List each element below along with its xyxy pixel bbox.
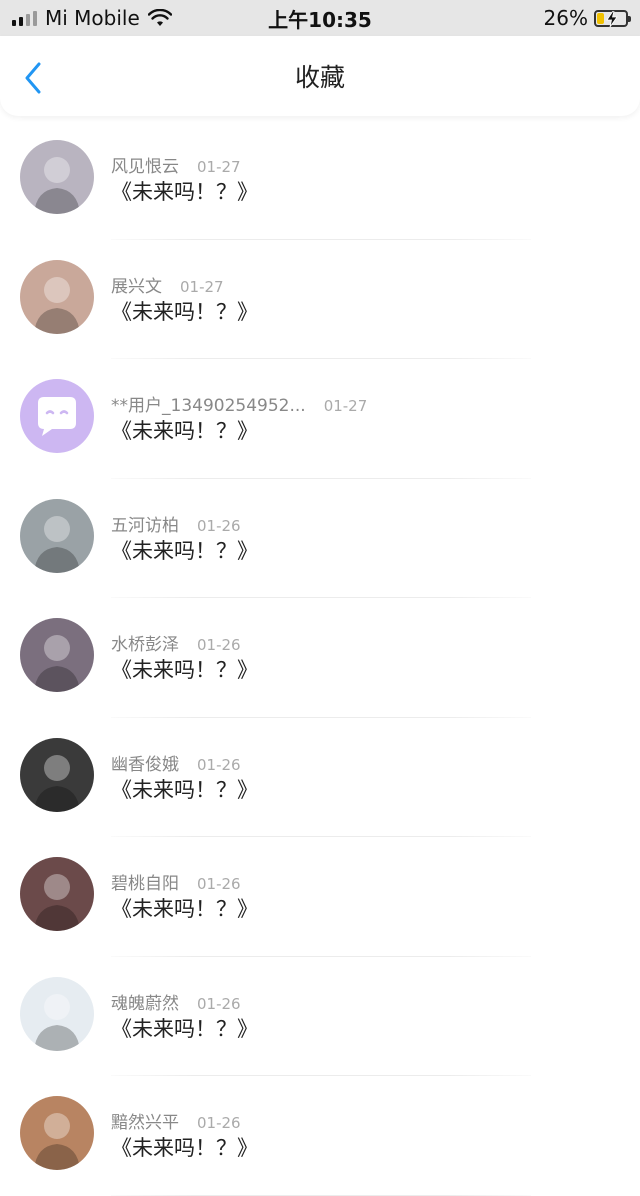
post-date: 01-26: [197, 1114, 241, 1132]
avatar-photo: [20, 857, 94, 931]
username[interactable]: 黯然兴平: [111, 1108, 179, 1133]
post-date: 01-27: [197, 158, 241, 176]
favorites-list: 风见恨云 01-27 《未来吗！？》 展兴文 01-27 《未来吗！？》 **用户_1349…: [0, 120, 640, 1196]
avatar-photo: [20, 976, 94, 1051]
username[interactable]: 魂魄蔚然: [111, 989, 179, 1014]
favorite-content[interactable]: 《未来吗！？》: [111, 296, 258, 326]
avatar-photo: [20, 259, 94, 334]
favorite-content[interactable]: 《未来吗！？》: [111, 176, 258, 206]
nav-header: 收藏: [0, 36, 640, 116]
avatar[interactable]: [20, 737, 94, 812]
favorite-content[interactable]: 《未来吗！？》: [111, 654, 258, 684]
status-bar: Mi Mobile 上午10:35 26%: [0, 0, 640, 36]
username[interactable]: 碧桃自阳: [111, 869, 179, 894]
avatar[interactable]: [20, 140, 94, 214]
item-meta: **用户_13490254952... 01-27: [111, 391, 367, 416]
avatar[interactable]: [20, 1096, 94, 1170]
item-meta: 水桥彭泽 01-26: [111, 630, 241, 655]
list-item[interactable]: 幽香俊娥 01-26 《未来吗！？》: [0, 718, 640, 837]
post-date: 01-27: [180, 277, 224, 296]
list-item[interactable]: 五河访柏 01-26 《未来吗！？》: [0, 479, 640, 598]
item-meta: 展兴文 01-27: [111, 272, 224, 297]
avatar-photo: [20, 140, 94, 214]
battery-icon: [594, 9, 631, 27]
favorite-content[interactable]: 《未来吗！？》: [111, 893, 258, 923]
list-item[interactable]: 展兴文 01-27 《未来吗！？》: [0, 240, 640, 359]
username[interactable]: **用户_13490254952...: [111, 391, 306, 416]
item-meta: 五河访柏 01-26: [111, 511, 241, 536]
avatar[interactable]: [20, 976, 94, 1051]
username[interactable]: 水桥彭泽: [111, 630, 179, 655]
list-item[interactable]: 风见恨云 01-27 《未来吗！？》: [0, 120, 640, 240]
list-item[interactable]: **用户_13490254952... 01-27 《未来吗！？》: [0, 359, 640, 479]
status-right: 26%: [543, 0, 631, 36]
favorite-content[interactable]: 《未来吗！？》: [111, 1132, 258, 1162]
item-meta: 幽香俊娥 01-26: [111, 750, 241, 775]
avatar-photo: [20, 618, 94, 692]
item-meta: 碧桃自阳 01-26: [111, 869, 241, 894]
username[interactable]: 风见恨云: [111, 152, 179, 177]
avatar[interactable]: [20, 379, 94, 453]
favorite-content[interactable]: 《未来吗！？》: [111, 415, 258, 445]
favorite-content[interactable]: 《未来吗！？》: [111, 535, 258, 565]
avatar-photo: [20, 737, 94, 812]
page-title: 收藏: [294, 63, 345, 92]
avatar-photo: [20, 1096, 94, 1170]
avatar[interactable]: [20, 618, 94, 692]
avatar[interactable]: [20, 498, 94, 573]
item-meta: 风见恨云 01-27: [111, 152, 241, 177]
default-avatar-icon: [20, 379, 94, 453]
item-meta: 魂魄蔚然 01-26: [111, 989, 241, 1014]
post-date: 01-26: [197, 636, 241, 654]
list-item[interactable]: 碧桃自阳 01-26 《未来吗！？》: [0, 837, 640, 957]
post-date: 01-27: [323, 397, 368, 415]
post-date: 01-26: [197, 875, 241, 893]
username[interactable]: 幽香俊娥: [111, 750, 179, 775]
list-item[interactable]: 水桥彭泽 01-26 《未来吗！？》: [0, 598, 640, 718]
favorite-content[interactable]: 《未来吗！？》: [111, 1013, 258, 1043]
avatar-photo: [20, 498, 94, 573]
battery-level-fill: [597, 12, 605, 24]
item-meta: 黯然兴平 01-26: [111, 1108, 241, 1133]
avatar[interactable]: [20, 259, 94, 334]
post-date: 01-26: [197, 994, 241, 1013]
favorite-content[interactable]: 《未来吗！？》: [111, 774, 258, 804]
avatar[interactable]: [20, 857, 94, 931]
list-item[interactable]: 魂魄蔚然 01-26 《未来吗！？》: [0, 957, 640, 1076]
post-date: 01-26: [197, 516, 241, 535]
list-item[interactable]: 黯然兴平 01-26 《未来吗！？》: [0, 1076, 640, 1196]
battery-percentage: 26%: [543, 6, 588, 30]
post-date: 01-26: [197, 755, 241, 774]
charging-bolt-icon: [606, 10, 618, 27]
username[interactable]: 五河访柏: [111, 511, 179, 536]
divider: [111, 1194, 531, 1196]
username[interactable]: 展兴文: [111, 272, 162, 297]
